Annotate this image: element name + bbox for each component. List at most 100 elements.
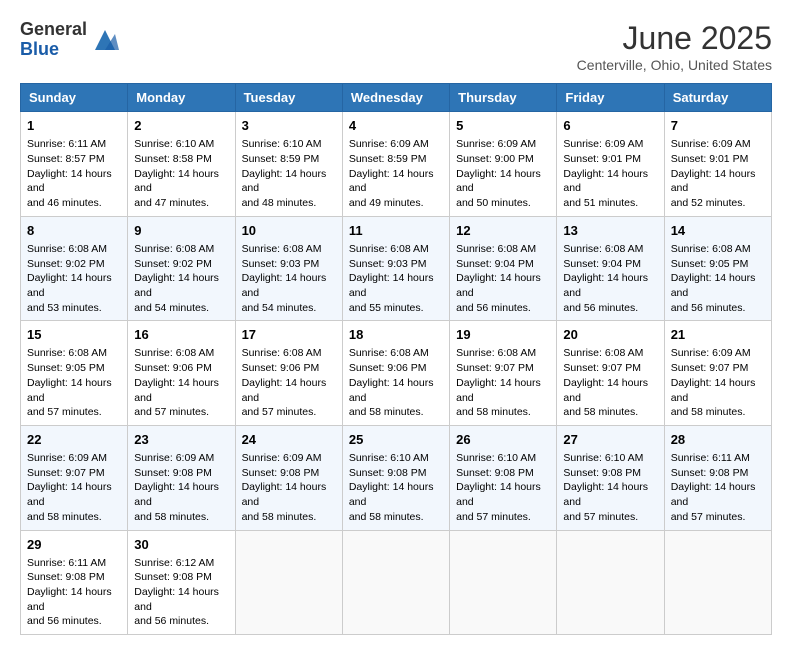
sunrise-text: Sunrise: 6:08 AM: [27, 347, 107, 359]
calendar-cell: 8Sunrise: 6:08 AMSunset: 9:02 PMDaylight…: [21, 216, 128, 321]
sunrise-text: Sunrise: 6:08 AM: [456, 347, 536, 359]
daylight-minutes: and 58 minutes.: [349, 406, 424, 418]
weekday-header-saturday: Saturday: [664, 84, 771, 112]
sunrise-text: Sunrise: 6:11 AM: [671, 452, 750, 464]
daylight-minutes: and 57 minutes.: [671, 511, 746, 523]
daylight-label: Daylight: 14 hours and: [242, 272, 327, 299]
daylight-label: Daylight: 14 hours and: [349, 168, 434, 195]
logo-general: General: [20, 20, 87, 40]
daylight-label: Daylight: 14 hours and: [242, 377, 327, 404]
sunset-text: Sunset: 9:06 PM: [349, 362, 427, 374]
daylight-minutes: and 47 minutes.: [134, 197, 209, 209]
day-number: 5: [456, 117, 550, 135]
daylight-label: Daylight: 14 hours and: [27, 586, 112, 613]
daylight-label: Daylight: 14 hours and: [134, 377, 219, 404]
day-number: 11: [349, 222, 443, 240]
title-area: June 2025 Centerville, Ohio, United Stat…: [577, 20, 772, 73]
daylight-minutes: and 57 minutes.: [242, 406, 317, 418]
sunset-text: Sunset: 9:07 PM: [27, 467, 105, 479]
day-number: 18: [349, 326, 443, 344]
calendar-week-1: 1Sunrise: 6:11 AMSunset: 8:57 PMDaylight…: [21, 112, 772, 217]
calendar-cell: 15Sunrise: 6:08 AMSunset: 9:05 PMDayligh…: [21, 321, 128, 426]
sunrise-text: Sunrise: 6:09 AM: [671, 347, 751, 359]
daylight-label: Daylight: 14 hours and: [456, 481, 541, 508]
calendar-cell: 4Sunrise: 6:09 AMSunset: 8:59 PMDaylight…: [342, 112, 449, 217]
weekday-header-wednesday: Wednesday: [342, 84, 449, 112]
daylight-label: Daylight: 14 hours and: [671, 377, 756, 404]
daylight-label: Daylight: 14 hours and: [242, 481, 327, 508]
sunrise-text: Sunrise: 6:11 AM: [27, 557, 106, 569]
sunset-text: Sunset: 9:00 PM: [456, 153, 534, 165]
daylight-minutes: and 52 minutes.: [671, 197, 746, 209]
sunrise-text: Sunrise: 6:09 AM: [242, 452, 322, 464]
daylight-minutes: and 58 minutes.: [242, 511, 317, 523]
sunset-text: Sunset: 9:08 PM: [456, 467, 534, 479]
calendar-cell: 24Sunrise: 6:09 AMSunset: 9:08 PMDayligh…: [235, 425, 342, 530]
sunset-text: Sunset: 9:06 PM: [242, 362, 320, 374]
calendar-cell: 20Sunrise: 6:08 AMSunset: 9:07 PMDayligh…: [557, 321, 664, 426]
sunrise-text: Sunrise: 6:08 AM: [27, 243, 107, 255]
daylight-minutes: and 58 minutes.: [27, 511, 102, 523]
month-title: June 2025: [577, 20, 772, 57]
daylight-label: Daylight: 14 hours and: [27, 377, 112, 404]
daylight-minutes: and 57 minutes.: [27, 406, 102, 418]
day-number: 13: [563, 222, 657, 240]
day-number: 1: [27, 117, 121, 135]
day-number: 23: [134, 431, 228, 449]
calendar-cell: 12Sunrise: 6:08 AMSunset: 9:04 PMDayligh…: [450, 216, 557, 321]
daylight-label: Daylight: 14 hours and: [456, 168, 541, 195]
daylight-minutes: and 57 minutes.: [134, 406, 209, 418]
sunrise-text: Sunrise: 6:10 AM: [134, 138, 214, 150]
calendar-cell: 21Sunrise: 6:09 AMSunset: 9:07 PMDayligh…: [664, 321, 771, 426]
daylight-label: Daylight: 14 hours and: [134, 272, 219, 299]
calendar-cell: 6Sunrise: 6:09 AMSunset: 9:01 PMDaylight…: [557, 112, 664, 217]
calendar-cell: [557, 530, 664, 635]
sunrise-text: Sunrise: 6:08 AM: [349, 243, 429, 255]
sunset-text: Sunset: 9:02 PM: [27, 258, 105, 270]
daylight-label: Daylight: 14 hours and: [671, 272, 756, 299]
calendar-cell: 29Sunrise: 6:11 AMSunset: 9:08 PMDayligh…: [21, 530, 128, 635]
sunset-text: Sunset: 9:04 PM: [563, 258, 641, 270]
daylight-label: Daylight: 14 hours and: [27, 481, 112, 508]
calendar-cell: [342, 530, 449, 635]
day-number: 10: [242, 222, 336, 240]
sunrise-text: Sunrise: 6:08 AM: [349, 347, 429, 359]
daylight-label: Daylight: 14 hours and: [27, 168, 112, 195]
day-number: 29: [27, 536, 121, 554]
calendar-cell: 11Sunrise: 6:08 AMSunset: 9:03 PMDayligh…: [342, 216, 449, 321]
daylight-label: Daylight: 14 hours and: [349, 377, 434, 404]
sunset-text: Sunset: 9:02 PM: [134, 258, 212, 270]
sunset-text: Sunset: 9:08 PM: [671, 467, 749, 479]
weekday-header-monday: Monday: [128, 84, 235, 112]
daylight-minutes: and 54 minutes.: [242, 302, 317, 314]
daylight-minutes: and 53 minutes.: [27, 302, 102, 314]
sunrise-text: Sunrise: 6:08 AM: [563, 347, 643, 359]
logo-blue: Blue: [20, 40, 87, 60]
calendar-week-3: 15Sunrise: 6:08 AMSunset: 9:05 PMDayligh…: [21, 321, 772, 426]
calendar-cell: 13Sunrise: 6:08 AMSunset: 9:04 PMDayligh…: [557, 216, 664, 321]
day-number: 3: [242, 117, 336, 135]
day-number: 15: [27, 326, 121, 344]
weekday-header-sunday: Sunday: [21, 84, 128, 112]
sunset-text: Sunset: 9:07 PM: [456, 362, 534, 374]
daylight-label: Daylight: 14 hours and: [563, 481, 648, 508]
sunrise-text: Sunrise: 6:09 AM: [27, 452, 107, 464]
day-number: 22: [27, 431, 121, 449]
daylight-minutes: and 46 minutes.: [27, 197, 102, 209]
calendar-cell: 26Sunrise: 6:10 AMSunset: 9:08 PMDayligh…: [450, 425, 557, 530]
daylight-label: Daylight: 14 hours and: [671, 481, 756, 508]
daylight-minutes: and 58 minutes.: [349, 511, 424, 523]
daylight-minutes: and 58 minutes.: [671, 406, 746, 418]
calendar-cell: 30Sunrise: 6:12 AMSunset: 9:08 PMDayligh…: [128, 530, 235, 635]
daylight-minutes: and 58 minutes.: [456, 406, 531, 418]
calendar-cell: 14Sunrise: 6:08 AMSunset: 9:05 PMDayligh…: [664, 216, 771, 321]
daylight-label: Daylight: 14 hours and: [456, 272, 541, 299]
daylight-label: Daylight: 14 hours and: [134, 168, 219, 195]
daylight-label: Daylight: 14 hours and: [563, 168, 648, 195]
day-number: 4: [349, 117, 443, 135]
sunset-text: Sunset: 9:08 PM: [134, 467, 212, 479]
calendar-cell: 3Sunrise: 6:10 AMSunset: 8:59 PMDaylight…: [235, 112, 342, 217]
day-number: 9: [134, 222, 228, 240]
sunrise-text: Sunrise: 6:09 AM: [349, 138, 429, 150]
sunset-text: Sunset: 9:06 PM: [134, 362, 212, 374]
